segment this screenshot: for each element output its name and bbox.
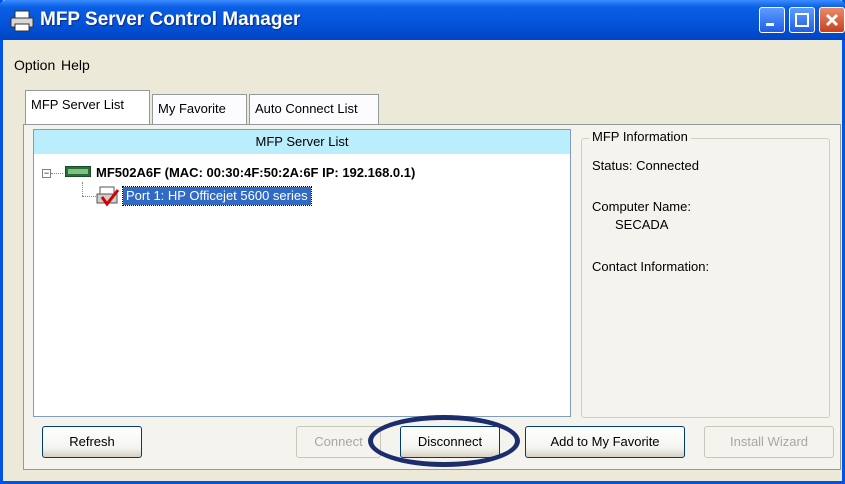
connect-button: Connect — [296, 426, 381, 458]
status-text: Status: Connected — [592, 158, 699, 173]
menu-help[interactable]: Help — [61, 57, 90, 73]
tree-item-port[interactable]: Port 1: HP Officejet 5600 series — [122, 186, 312, 206]
tree-line — [51, 173, 63, 174]
tree-line — [82, 182, 83, 196]
menu-bar: Option Help — [3, 40, 842, 74]
tab-auto-connect-list[interactable]: Auto Connect List — [249, 94, 379, 124]
minimize-icon — [766, 23, 774, 26]
server-list-box[interactable]: MFP Server List − MF502A6F (MAC: 00:30:4… — [33, 129, 571, 417]
server-list-header: MFP Server List — [34, 130, 570, 154]
minimize-button[interactable] — [759, 7, 785, 33]
server-device-icon — [65, 166, 91, 177]
contact-information-label: Contact Information: — [592, 259, 710, 274]
tree-collapse-toggle[interactable]: − — [42, 169, 51, 178]
tree-line — [82, 196, 96, 197]
close-icon — [825, 13, 839, 27]
group-legend: MFP Information — [589, 129, 691, 144]
tab-mfp-server-list[interactable]: MFP Server List — [25, 90, 150, 124]
printer-icon — [10, 10, 34, 32]
maximize-button[interactable] — [789, 7, 815, 33]
refresh-button[interactable]: Refresh — [42, 426, 142, 458]
disconnect-button[interactable]: Disconnect — [400, 426, 500, 458]
menu-option[interactable]: Option — [14, 57, 55, 73]
install-wizard-button: Install Wizard — [704, 426, 834, 458]
tree-item-server[interactable]: MF502A6F (MAC: 00:30:4F:50:2A:6F IP: 192… — [96, 165, 415, 180]
title-bar[interactable]: MFP Server Control Manager — [0, 0, 845, 40]
printer-check-icon — [96, 186, 120, 207]
tab-my-favorite[interactable]: My Favorite — [152, 94, 247, 124]
add-to-favorite-button[interactable]: Add to My Favorite — [525, 426, 685, 458]
window-title: MFP Server Control Manager — [40, 9, 301, 30]
close-button[interactable] — [819, 7, 845, 33]
computer-name-value: SECADA — [615, 217, 669, 232]
mfp-information-group — [581, 138, 830, 418]
maximize-icon — [795, 13, 809, 27]
computer-name-label: Computer Name: — [592, 199, 691, 214]
